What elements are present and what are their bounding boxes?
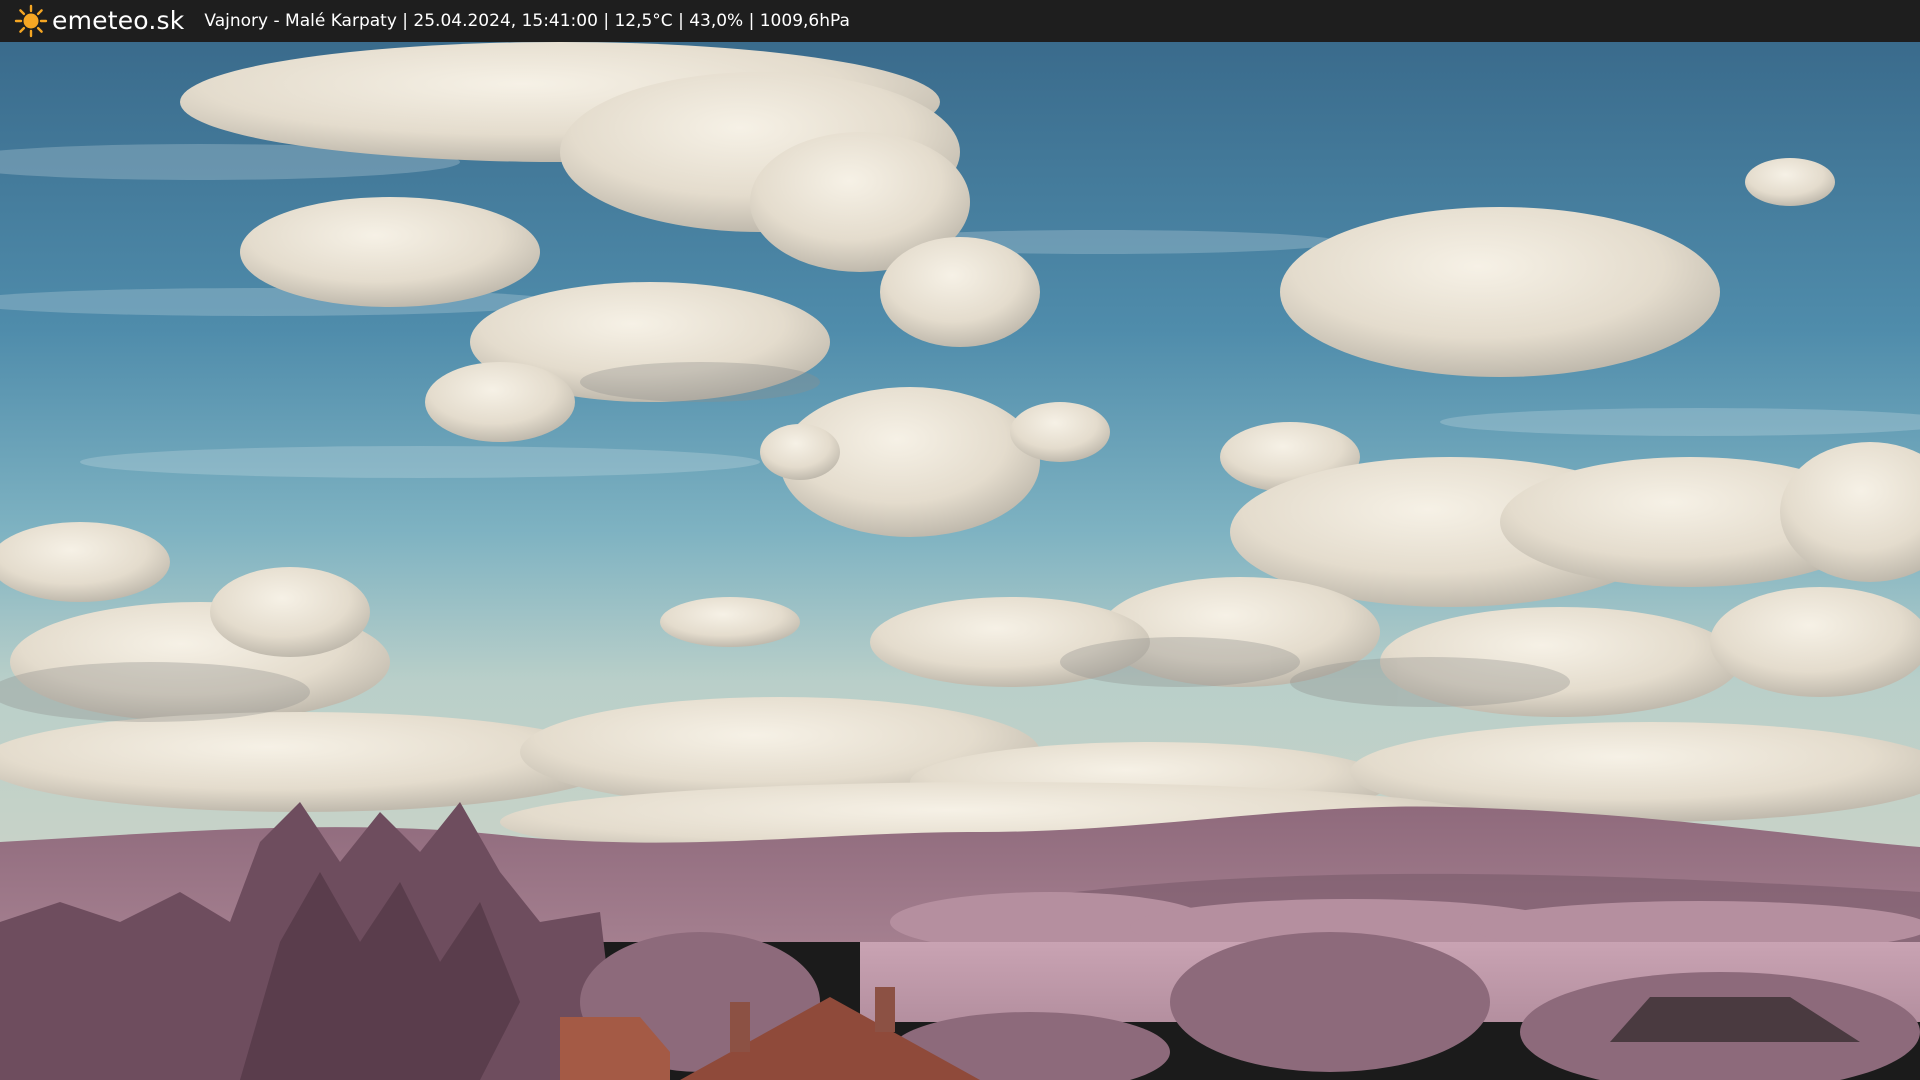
webcam-caption: Vajnory - Malé Karpaty | 25.04.2024, 15:… <box>204 11 850 31</box>
brand-name[interactable]: emeteo.sk <box>52 0 184 42</box>
header-bar: emeteo.sk Vajnory - Malé Karpaty | 25.04… <box>0 0 1920 42</box>
site-logo[interactable]: emeteo.sk <box>14 0 184 42</box>
webcam-image <box>0 42 1920 1080</box>
sun-icon <box>14 4 48 38</box>
